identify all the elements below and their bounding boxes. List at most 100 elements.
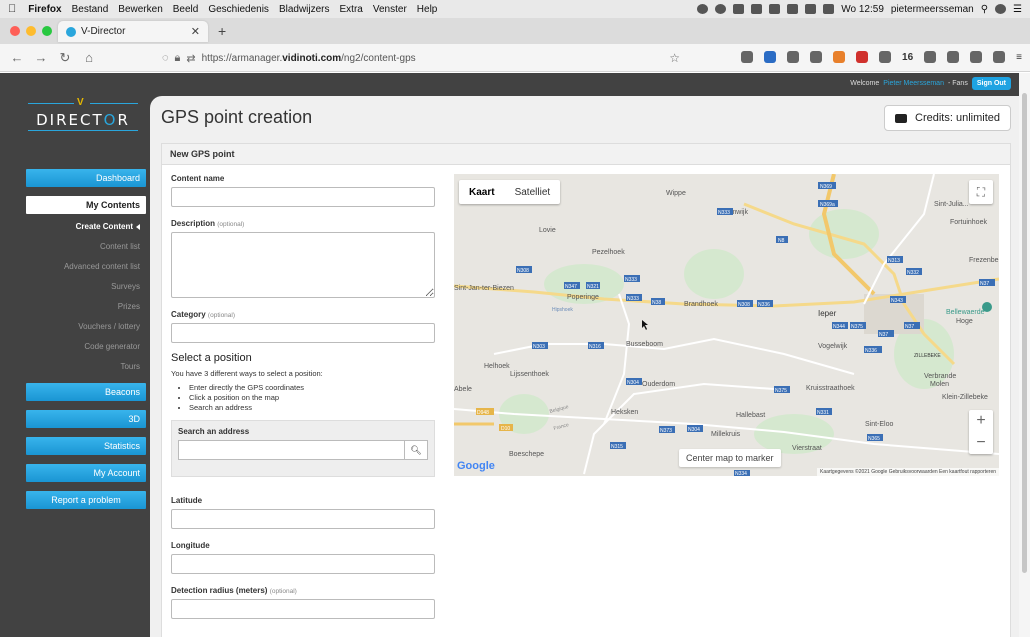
wifi-icon[interactable] bbox=[805, 4, 817, 14]
home-icon[interactable]: ⌂ bbox=[82, 50, 96, 65]
fullscreen-button[interactable]: ⛶ bbox=[969, 180, 993, 204]
zoom-window-button[interactable] bbox=[42, 26, 52, 36]
svg-text:N308: N308 bbox=[738, 302, 750, 308]
sidebar-sub-vouchers[interactable]: Vouchers / lottery bbox=[26, 317, 146, 337]
url-bar[interactable]: ◌ 🔒︎ ⇄ https://armanager. vidinoti.com/ng… bbox=[162, 48, 688, 68]
map-type-kaart-button[interactable]: Kaart bbox=[459, 187, 505, 198]
volume-icon[interactable] bbox=[823, 4, 835, 14]
menu-item[interactable]: Bestand bbox=[72, 4, 109, 15]
map[interactable]: Wippe Tuimwijk Lovie Pezelhoek Poperinge… bbox=[454, 174, 999, 476]
pocket-icon[interactable] bbox=[741, 51, 754, 63]
welcome-user[interactable]: Pieter Meersseman bbox=[883, 80, 944, 87]
svg-text:Lovie: Lovie bbox=[539, 227, 556, 234]
menu-item[interactable]: Extra bbox=[340, 4, 363, 15]
shield-icon[interactable]: ◌ bbox=[162, 52, 169, 64]
radius-label: Detection radius (meters) (optional) bbox=[171, 586, 297, 595]
svg-text:Klein-Zillebeke: Klein-Zillebeke bbox=[942, 394, 988, 401]
sidebar-item-report-problem[interactable]: Report a problem bbox=[26, 491, 146, 509]
menu-item[interactable]: Beeld bbox=[173, 4, 199, 15]
map-canvas[interactable]: Wippe Tuimwijk Lovie Pezelhoek Poperinge… bbox=[454, 174, 999, 476]
user-name[interactable]: pietermeersseman bbox=[891, 4, 974, 15]
svg-text:N347: N347 bbox=[565, 284, 577, 290]
close-window-button[interactable] bbox=[10, 26, 20, 36]
extension-icon[interactable] bbox=[924, 51, 937, 63]
sign-out-button[interactable]: Sign Out bbox=[971, 76, 1011, 90]
extension-icon[interactable] bbox=[970, 51, 983, 63]
category-input[interactable] bbox=[171, 323, 435, 343]
sidebar-item-dashboard[interactable]: Dashboard bbox=[26, 169, 146, 187]
back-icon[interactable]: ← bbox=[10, 50, 24, 65]
control-center-icon[interactable]: ☰ bbox=[1013, 4, 1022, 15]
menu-item[interactable]: Venster bbox=[373, 4, 407, 15]
search-icon[interactable]: ⚲ bbox=[981, 4, 988, 15]
logo-line bbox=[28, 103, 74, 104]
status-icon[interactable] bbox=[751, 4, 763, 14]
radius-input[interactable] bbox=[171, 599, 435, 619]
logo[interactable]: V DIRECTOR bbox=[28, 97, 138, 135]
sidebar-sub-tours[interactable]: Tours bbox=[26, 357, 146, 377]
extension-icon[interactable] bbox=[810, 51, 823, 63]
browser-tab[interactable]: V-Director ✕ bbox=[58, 21, 208, 42]
sidebar-item-my-contents[interactable]: My Contents bbox=[26, 196, 146, 214]
status-icon[interactable] bbox=[769, 4, 781, 14]
status-icon[interactable] bbox=[715, 4, 727, 14]
sidebar-item-beacons[interactable]: Beacons bbox=[26, 383, 146, 401]
sidebar-item-statistics[interactable]: Statistics bbox=[26, 437, 146, 455]
sidebar-sub-code-generator[interactable]: Code generator bbox=[26, 337, 146, 357]
forward-icon[interactable]: → bbox=[34, 50, 48, 65]
download-icon[interactable] bbox=[764, 51, 777, 63]
content-name-input[interactable] bbox=[171, 187, 435, 207]
page-scrollbar[interactable] bbox=[1019, 73, 1030, 637]
apple-icon[interactable]:  bbox=[8, 3, 16, 15]
permissions-icon[interactable]: ⇄ bbox=[186, 52, 195, 65]
sidebar-sub-content-list[interactable]: Content list bbox=[26, 237, 146, 257]
extension-icon[interactable] bbox=[993, 51, 1006, 63]
menu-app[interactable]: Firefox bbox=[28, 4, 61, 15]
extension-icon[interactable] bbox=[856, 51, 869, 63]
google-logo[interactable]: Google bbox=[457, 460, 495, 472]
sidebar-sub-surveys[interactable]: Surveys bbox=[26, 277, 146, 297]
logo-line bbox=[90, 103, 138, 104]
description-textarea[interactable] bbox=[171, 232, 435, 298]
svg-text:Helhoek: Helhoek bbox=[484, 363, 510, 370]
status-icon[interactable] bbox=[697, 4, 709, 14]
status-icon[interactable] bbox=[787, 4, 799, 14]
center-map-button[interactable]: Center map to marker bbox=[679, 449, 781, 467]
longitude-input[interactable] bbox=[171, 554, 435, 574]
menu-item[interactable]: Help bbox=[417, 4, 438, 15]
siri-icon[interactable] bbox=[995, 4, 1007, 14]
menu-item[interactable]: Bewerken bbox=[118, 4, 162, 15]
extension-icon[interactable] bbox=[879, 51, 892, 63]
library-icon[interactable] bbox=[787, 51, 800, 63]
zoom-in-button[interactable]: + bbox=[969, 410, 993, 432]
map-attribution[interactable]: Kaartgegevens ©2021 Google Gebruiksvoorw… bbox=[816, 468, 999, 476]
sidebar-sub-prizes[interactable]: Prizes bbox=[26, 297, 146, 317]
extension-icon[interactable] bbox=[833, 51, 846, 63]
lock-icon[interactable]: 🔒︎ bbox=[175, 52, 181, 65]
svg-text:D948: D948 bbox=[477, 410, 489, 416]
logo-v: V bbox=[77, 97, 84, 108]
sidebar-item-3d[interactable]: 3D bbox=[26, 410, 146, 428]
sidebar-item-my-account[interactable]: My Account bbox=[26, 464, 146, 482]
map-type-satelliet-button[interactable]: Satelliet bbox=[505, 187, 561, 198]
menu-item[interactable]: Geschiedenis bbox=[208, 4, 269, 15]
close-tab-icon[interactable]: ✕ bbox=[191, 25, 200, 38]
reload-icon[interactable]: ↻ bbox=[58, 50, 72, 66]
address-search-button[interactable]: 🔍︎ bbox=[404, 440, 428, 460]
address-search-input[interactable] bbox=[178, 440, 404, 460]
scrollbar-thumb[interactable] bbox=[1022, 93, 1027, 573]
new-tab-icon[interactable]: + bbox=[218, 23, 226, 39]
sidebar-sub-create-content[interactable]: Create Content bbox=[26, 217, 146, 237]
menu-item[interactable]: Bladwijzers bbox=[279, 4, 330, 15]
bookmark-star-icon[interactable]: ☆ bbox=[669, 51, 680, 65]
minimize-window-button[interactable] bbox=[26, 26, 36, 36]
clock[interactable]: Wo 12:59 bbox=[841, 4, 884, 15]
hamburger-menu-icon[interactable]: ≡ bbox=[1016, 52, 1022, 63]
zoom-out-button[interactable]: − bbox=[969, 432, 993, 454]
status-icon[interactable] bbox=[733, 4, 745, 14]
extension-badge[interactable]: 16 bbox=[902, 52, 913, 63]
latitude-input[interactable] bbox=[171, 509, 435, 529]
sidebar-sub-advanced-content-list[interactable]: Advanced content list bbox=[26, 257, 146, 277]
logo-line bbox=[28, 130, 138, 131]
extension-icon[interactable] bbox=[947, 51, 960, 63]
